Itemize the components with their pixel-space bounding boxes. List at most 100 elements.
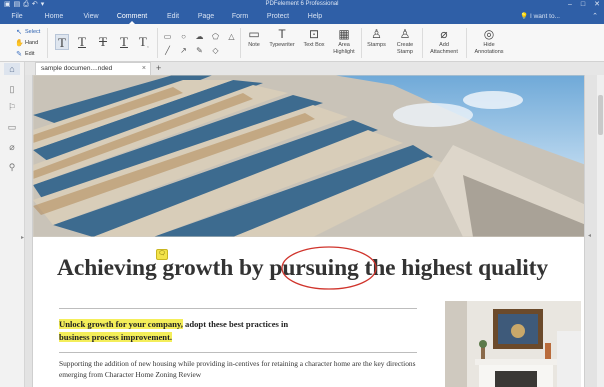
vertical-scrollbar[interactable] [597, 75, 604, 387]
edit-icon: ✎ [16, 50, 22, 58]
rectangle-icon[interactable]: ▭ [162, 31, 173, 42]
paperclip-icon: ⌀ [440, 27, 448, 41]
stamp-icon: ♙ [371, 27, 382, 41]
polygon-icon[interactable]: ⬠ [210, 31, 221, 42]
mode-group: ↖ Select ✋ Hand ✎ Edit [15, 26, 45, 59]
left-sidebar: ⌂ ▯ ⚐ ▭ ⌀ ⚲ ▸ [0, 62, 25, 387]
replace-text-icon[interactable]: T [117, 34, 131, 50]
text-box-label: Text Box [303, 42, 325, 48]
stamps-label: Stamps [367, 42, 386, 48]
new-tab-icon[interactable]: + [156, 62, 161, 75]
select-mode-button[interactable]: ↖ Select [15, 26, 45, 37]
body-paragraph: Supporting the addition of new housing w… [59, 359, 416, 379]
heading-text-1: Achieving growth by [57, 255, 270, 281]
edit-mode-button[interactable]: ✎ Edit [15, 48, 45, 59]
menu-bar: File Home View Comment Edit Page Form Pr… [0, 9, 604, 24]
comment-ribbon: ↖ Select ✋ Hand ✎ Edit T T T T T˰ ▭ ○ ☁ … [0, 24, 604, 62]
area-highlight-label: Area Highlight [333, 42, 355, 55]
tab-form[interactable]: Form [227, 9, 253, 24]
hand-mode-button[interactable]: ✋ Hand [15, 37, 45, 48]
maximize-icon[interactable]: □ [581, 0, 585, 9]
typewriter-icon: T [278, 27, 286, 41]
close-icon[interactable]: ✕ [594, 0, 600, 9]
title-bar: ▣ ▤ ⎙ ↶ ▾ PDFelement 6 Professional – □ … [0, 0, 604, 9]
home-icon[interactable]: ⌂ [4, 63, 20, 75]
highlighted-text[interactable]: Unlock growth for your company, [59, 319, 183, 329]
ribbon-collapse-icon[interactable]: ⌃ [592, 9, 598, 24]
note-tool-button[interactable]: ▭ Note [244, 26, 264, 49]
triangle-icon[interactable]: △ [226, 31, 237, 42]
note-icon: ▭ [248, 27, 260, 41]
highlighted-text[interactable]: business process improvement. [59, 331, 173, 342]
pdf-page[interactable]: 🗨 Achieving growth by pursuing the highe… [32, 75, 585, 387]
cursor-icon: ↖ [16, 28, 22, 36]
ribbon-separator [466, 28, 467, 58]
add-attachment-button[interactable]: ⌀ Add Attachment [426, 26, 462, 55]
attachment-icon[interactable]: ⌀ [0, 142, 24, 153]
heading-text-2: the highest quality [358, 255, 548, 281]
comments-icon[interactable]: ▭ [0, 122, 24, 133]
note-label: Note [248, 42, 260, 48]
document-tab[interactable]: sample documen....nded × [35, 62, 151, 75]
area-highlight-tool-button[interactable]: ▦ Area Highlight [329, 26, 359, 55]
ribbon-separator [47, 28, 48, 58]
eye-off-icon: ◎ [483, 27, 495, 41]
search-box[interactable]: 💡 I want to... [520, 9, 560, 24]
circle-icon[interactable]: ○ [178, 31, 189, 42]
hand-label: Hand [25, 39, 39, 46]
ribbon-separator [422, 28, 423, 58]
insert-text-icon[interactable]: T˰ [137, 34, 151, 50]
circle-annotation[interactable] [279, 244, 379, 292]
divider [59, 308, 417, 309]
thumbnails-icon[interactable]: ▯ [0, 84, 24, 95]
document-viewport[interactable]: 🗨 Achieving growth by pursuing the highe… [25, 75, 604, 387]
collapse-panel-icon[interactable]: ◂ [588, 232, 591, 239]
text-box-icon: ⊡ [308, 27, 320, 41]
create-stamp-label: Create Stamp [396, 42, 414, 55]
tab-page[interactable]: Page [193, 9, 219, 24]
bookmark-icon[interactable]: ⚐ [0, 102, 24, 113]
minimize-icon[interactable]: – [568, 0, 572, 9]
typewriter-tool-button[interactable]: T Typewriter [265, 26, 299, 49]
document-tab-bar: sample documen....nded × + [25, 62, 604, 75]
create-stamp-button[interactable]: ♙ Create Stamp [392, 26, 418, 55]
scrollbar-thumb[interactable] [598, 95, 603, 135]
typewriter-label: Typewriter [269, 42, 295, 48]
search-icon[interactable]: ⚲ [0, 162, 24, 173]
document-tab-label: sample documen....nded [41, 65, 113, 72]
line-icon[interactable]: ╱ [162, 45, 173, 56]
close-tab-icon[interactable]: × [142, 63, 146, 75]
ribbon-separator [240, 28, 241, 58]
tab-file[interactable]: File [4, 9, 30, 24]
stamps-button[interactable]: ♙ Stamps [364, 26, 389, 49]
subheading: Unlock growth for your company, adopt th… [59, 318, 419, 343]
hide-annotations-button[interactable]: ◎ Hide Annotations [470, 26, 508, 55]
edit-label: Edit [25, 50, 35, 57]
tab-help[interactable]: Help [303, 9, 327, 24]
highlight-text-icon[interactable]: T [55, 34, 69, 50]
subheading-text: adopt these best practices in [182, 319, 289, 329]
ribbon-separator [157, 28, 158, 58]
cloud-icon[interactable]: ☁ [194, 31, 205, 42]
add-attachment-label: Add Attachment [430, 42, 458, 55]
create-stamp-icon: ♙ [399, 27, 411, 41]
lightbulb-icon: 💡 [520, 13, 529, 20]
tab-home[interactable]: Home [40, 9, 68, 24]
underline-text-icon[interactable]: T [75, 34, 89, 50]
search-input[interactable]: I want to... [530, 13, 560, 20]
text-box-tool-button[interactable]: ⊡ Text Box [299, 26, 329, 49]
tab-edit[interactable]: Edit [161, 9, 185, 24]
tab-protect[interactable]: Protect [262, 9, 294, 24]
interior-photo [445, 301, 581, 387]
expand-panel-icon[interactable]: ▸ [21, 234, 24, 241]
pencil-icon[interactable]: ✎ [194, 45, 205, 56]
divider [59, 352, 417, 353]
window-controls: – □ ✕ [568, 0, 600, 9]
building-photo [33, 75, 584, 237]
select-label: Select [25, 28, 41, 35]
tab-view[interactable]: View [78, 9, 104, 24]
strikethrough-text-icon[interactable]: T [96, 34, 110, 50]
tab-comment[interactable]: Comment [111, 9, 153, 24]
eraser-icon[interactable]: ◇ [210, 45, 221, 56]
arrow-icon[interactable]: ↗ [178, 45, 189, 56]
